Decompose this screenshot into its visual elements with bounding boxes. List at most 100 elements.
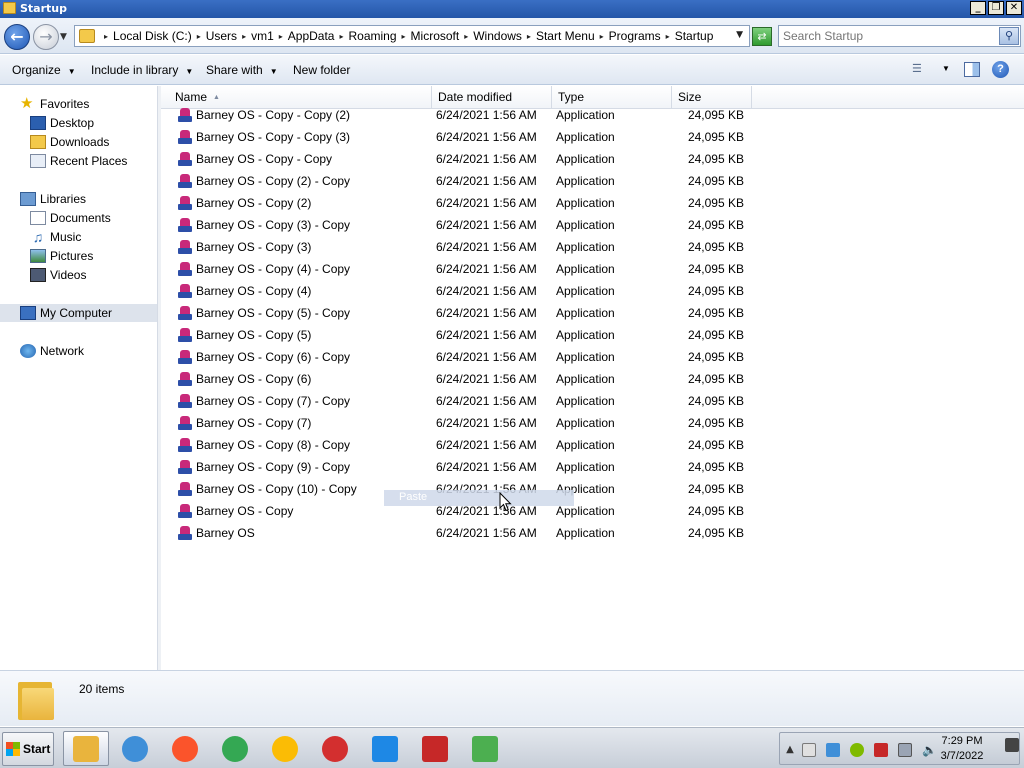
update-icon[interactable] (850, 743, 864, 757)
file-name-cell[interactable]: Barney OS - Copy (5) - Copy (178, 302, 350, 324)
breadcrumb-separator-icon[interactable]: ▸ (666, 32, 670, 41)
file-row[interactable]: Barney OS - Copy (7) 6/24/2021 1:56 AM App… (161, 412, 1024, 434)
nav-my-computer[interactable]: My Computer (0, 304, 157, 322)
breadcrumb-separator-icon[interactable]: ▸ (464, 32, 468, 41)
address-history-dropdown[interactable]: ▼ (736, 30, 743, 40)
back-button[interactable]: ← (4, 24, 30, 50)
file-name-cell[interactable]: Barney OS - Copy (3) (178, 236, 311, 258)
search-box[interactable]: ⚲ (778, 25, 1021, 47)
search-icon[interactable]: ⚲ (999, 27, 1019, 45)
start-button[interactable]: Start (2, 732, 54, 766)
file-name-cell[interactable]: Barney OS - Copy (5) (178, 324, 311, 346)
notification-icon[interactable] (1005, 738, 1019, 752)
address-bar[interactable]: ▸ Local Disk (C:) ▸ Users ▸ vm1 ▸ AppData ▸ Roami… (74, 25, 750, 47)
preview-pane-icon[interactable] (964, 62, 980, 77)
minimize-button[interactable]: _ (970, 1, 986, 15)
view-options-dropdown[interactable]: ▼ (942, 64, 950, 73)
nav-music[interactable]: ♫ Music (30, 228, 82, 246)
file-name-cell[interactable]: Barney OS - Copy (8) - Copy (178, 434, 350, 456)
breadcrumb-item[interactable]: vm1 (251, 29, 274, 43)
organize-button[interactable]: Organize ▼ (12, 63, 76, 77)
file-name-cell[interactable]: Barney OS - Copy (2) (178, 192, 311, 214)
refresh-button[interactable]: ⇄ (752, 27, 772, 46)
breadcrumb-item[interactable]: Programs (609, 29, 661, 43)
breadcrumb-item[interactable]: Start Menu (536, 29, 595, 43)
file-row[interactable]: Barney OS - Copy (2) - Copy 6/24/2021 1:5… (161, 170, 1024, 192)
nav-videos[interactable]: Videos (30, 266, 86, 284)
window-title-bar[interactable]: Startup _ ❐ ✕ (0, 0, 1024, 18)
breadcrumb-item[interactable]: AppData (288, 29, 335, 43)
nav-favorites[interactable]: ★ Favorites (20, 95, 89, 113)
breadcrumb-separator-icon[interactable]: ▸ (402, 32, 406, 41)
taskbar-button-brave[interactable] (162, 731, 208, 766)
security-shield-icon[interactable] (826, 743, 840, 757)
taskbar-button-media-player[interactable] (112, 731, 158, 766)
file-row[interactable]: Barney OS - Copy (4) 6/24/2021 1:56 AM App… (161, 280, 1024, 302)
new-folder-button[interactable]: New folder (293, 63, 350, 77)
file-name-cell[interactable]: Barney OS - Copy (7) - Copy (178, 390, 350, 412)
file-row[interactable]: Barney OS - Copy (6) 6/24/2021 1:56 AM App… (161, 368, 1024, 390)
maximize-button[interactable]: ❐ (988, 1, 1004, 15)
breadcrumb-separator-icon[interactable]: ▸ (242, 32, 246, 41)
file-row[interactable]: Barney OS - Copy (10) - Copy 6/24/2021 1:… (161, 478, 1024, 500)
share-with-button[interactable]: Share with ▼ (206, 63, 278, 77)
taskbar-button-chrome[interactable] (212, 731, 258, 766)
file-name-cell[interactable]: Barney OS (178, 522, 255, 544)
file-row[interactable]: Barney OS - Copy - Copy 6/24/2021 1:56 AM… (161, 148, 1024, 170)
file-row[interactable]: Barney OS - Copy (4) - Copy 6/24/2021 1:5… (161, 258, 1024, 280)
breadcrumb-item[interactable]: Roaming (348, 29, 396, 43)
breadcrumb-item[interactable]: Users (206, 29, 237, 43)
file-name-cell[interactable]: Barney OS - Copy (2) - Copy (178, 170, 350, 192)
file-row[interactable]: Barney OS - Copy - Copy (3) 6/24/2021 1:5… (161, 126, 1024, 148)
file-name-cell[interactable]: Barney OS - Copy - Copy (178, 148, 332, 170)
nav-network[interactable]: Network (20, 342, 84, 360)
file-row[interactable]: Barney OS - Copy - Copy (2) 6/24/2021 1:5… (161, 104, 1024, 126)
taskbar-button-screen-recorder[interactable] (412, 731, 458, 766)
file-name-cell[interactable]: Barney OS - Copy - Copy (2) (178, 104, 350, 126)
taskbar-button-task-manager[interactable] (462, 731, 508, 766)
breadcrumb-separator-icon[interactable]: ▸ (279, 32, 283, 41)
change-view-icon[interactable]: ☰ (912, 62, 928, 76)
file-name-cell[interactable]: Barney OS - Copy (6) - Copy (178, 346, 350, 368)
taskbar-button-chrome[interactable] (262, 731, 308, 766)
breadcrumb-item[interactable]: Local Disk (C:) (113, 29, 192, 43)
forward-button[interactable]: → (33, 24, 59, 50)
file-name-cell[interactable]: Barney OS - Copy (4) - Copy (178, 258, 350, 280)
drive-icon[interactable] (802, 743, 816, 757)
breadcrumb-separator-icon[interactable]: ▸ (527, 32, 531, 41)
file-name-cell[interactable]: Barney OS - Copy (10) - Copy (178, 478, 357, 500)
taskbar-button-vpn-shield[interactable] (362, 731, 408, 766)
file-row[interactable]: Barney OS - Copy (5) 6/24/2021 1:56 AM App… (161, 324, 1024, 346)
close-button[interactable]: ✕ (1006, 1, 1022, 15)
file-name-cell[interactable]: Barney OS - Copy (3) - Copy (178, 214, 350, 236)
breadcrumb-separator-icon[interactable]: ▸ (197, 32, 201, 41)
file-row[interactable]: Barney OS - Copy (3) - Copy 6/24/2021 1:5… (161, 214, 1024, 236)
file-name-cell[interactable]: Barney OS - Copy (7) (178, 412, 311, 434)
file-row[interactable]: Barney OS 6/24/2021 1:56 AM Application 24,… (161, 522, 1024, 544)
recorder-tray-icon[interactable] (874, 743, 888, 757)
file-row[interactable]: Barney OS - Copy 6/24/2021 1:56 AM Applica… (161, 500, 1024, 522)
file-row[interactable]: Barney OS - Copy (9) - Copy 6/24/2021 1:5… (161, 456, 1024, 478)
file-name-cell[interactable]: Barney OS - Copy (178, 500, 293, 522)
nav-libraries[interactable]: Libraries (20, 190, 86, 208)
breadcrumb-separator-icon[interactable]: ▸ (339, 32, 343, 41)
show-hidden-icons-icon[interactable]: ▲ (783, 743, 797, 757)
search-input[interactable] (783, 28, 993, 44)
breadcrumb-item[interactable]: Startup (675, 29, 714, 43)
nav-recent-places[interactable]: Recent Places (30, 152, 127, 170)
file-name-cell[interactable]: Barney OS - Copy (6) (178, 368, 311, 390)
file-row[interactable]: Barney OS - Copy (8) - Copy 6/24/2021 1:5… (161, 434, 1024, 456)
recent-pages-dropdown[interactable]: ▼ (60, 32, 70, 42)
file-row[interactable]: Barney OS - Copy (6) - Copy 6/24/2021 1:5… (161, 346, 1024, 368)
file-name-cell[interactable]: Barney OS - Copy (9) - Copy (178, 456, 350, 478)
clock[interactable]: 7:29 PM 3/7/2022 (932, 734, 992, 764)
file-row[interactable]: Barney OS - Copy (3) 6/24/2021 1:56 AM App… (161, 236, 1024, 258)
breadcrumb-separator-icon[interactable]: ▸ (104, 32, 108, 41)
file-row[interactable]: Barney OS - Copy (5) - Copy 6/24/2021 1:5… (161, 302, 1024, 324)
nav-pictures[interactable]: Pictures (30, 247, 93, 265)
taskbar-button-antivirus[interactable] (312, 731, 358, 766)
breadcrumb-item[interactable]: Microsoft (411, 29, 460, 43)
include-in-library-button[interactable]: Include in library ▼ (91, 63, 193, 77)
file-name-cell[interactable]: Barney OS - Copy - Copy (3) (178, 126, 350, 148)
file-row[interactable]: Barney OS - Copy (2) 6/24/2021 1:56 AM App… (161, 192, 1024, 214)
